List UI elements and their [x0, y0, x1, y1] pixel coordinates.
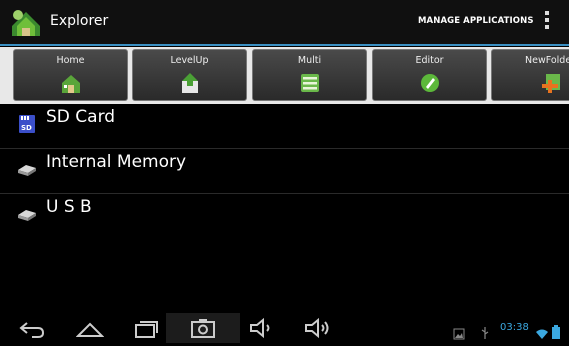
home-nav-icon[interactable]	[76, 316, 104, 340]
editor-icon	[420, 74, 439, 92]
battery-icon	[552, 325, 560, 339]
gallery-notification-icon	[453, 328, 465, 340]
editor-button[interactable]: Editor	[372, 49, 487, 101]
multi-select-icon	[300, 74, 319, 92]
editor-button-label: Editor	[415, 55, 444, 66]
usb-notification-icon	[481, 327, 489, 339]
level-up-icon	[181, 73, 198, 93]
toolbar: Home LevelUp Multi Editor NewFolde	[0, 47, 569, 104]
list-item-sd-card[interactable]: SD SD Card	[0, 104, 569, 149]
list-item-label: U S B	[46, 197, 92, 217]
drive-icon	[18, 165, 36, 176]
list-item-usb[interactable]: U S B	[0, 194, 569, 238]
svg-text:SD: SD	[21, 124, 32, 132]
app-title: Explorer	[50, 13, 109, 29]
wifi-icon	[536, 329, 548, 339]
recent-apps-icon[interactable]	[132, 316, 160, 340]
level-up-button[interactable]: LevelUp	[132, 49, 247, 101]
status-time: 03:38	[500, 322, 529, 333]
drive-icon	[18, 210, 36, 221]
manage-applications-button[interactable]: MANAGE APPLICATIONS	[418, 16, 534, 26]
home-icon	[61, 75, 80, 93]
multi-button-label: Multi	[297, 55, 322, 66]
overflow-menu-icon[interactable]	[542, 11, 552, 33]
level-up-button-label: LevelUp	[170, 55, 209, 66]
explorer-logo-icon[interactable]	[9, 6, 43, 40]
volume-up-icon[interactable]	[303, 316, 333, 340]
home-button[interactable]: Home	[13, 49, 128, 101]
navigation-bar	[0, 313, 569, 343]
back-icon[interactable]	[18, 316, 46, 340]
home-button-label: Home	[56, 55, 85, 66]
multi-button[interactable]: Multi	[252, 49, 367, 101]
list-item-label: SD Card	[46, 107, 116, 127]
new-folder-button-label: NewFolde	[525, 55, 569, 66]
storage-list: SD SD Card Internal Memory U S B	[0, 104, 569, 238]
list-item-label: Internal Memory	[46, 152, 187, 172]
action-bar: Explorer MANAGE APPLICATIONS	[0, 0, 569, 44]
new-folder-button[interactable]: NewFolde	[491, 49, 569, 101]
sd-card-icon: SD	[19, 115, 35, 133]
volume-down-icon[interactable]	[248, 316, 276, 340]
new-folder-icon	[542, 74, 560, 93]
action-bar-divider	[0, 44, 569, 46]
list-item-internal-memory[interactable]: Internal Memory	[0, 149, 569, 194]
screenshot-icon[interactable]	[189, 316, 217, 340]
